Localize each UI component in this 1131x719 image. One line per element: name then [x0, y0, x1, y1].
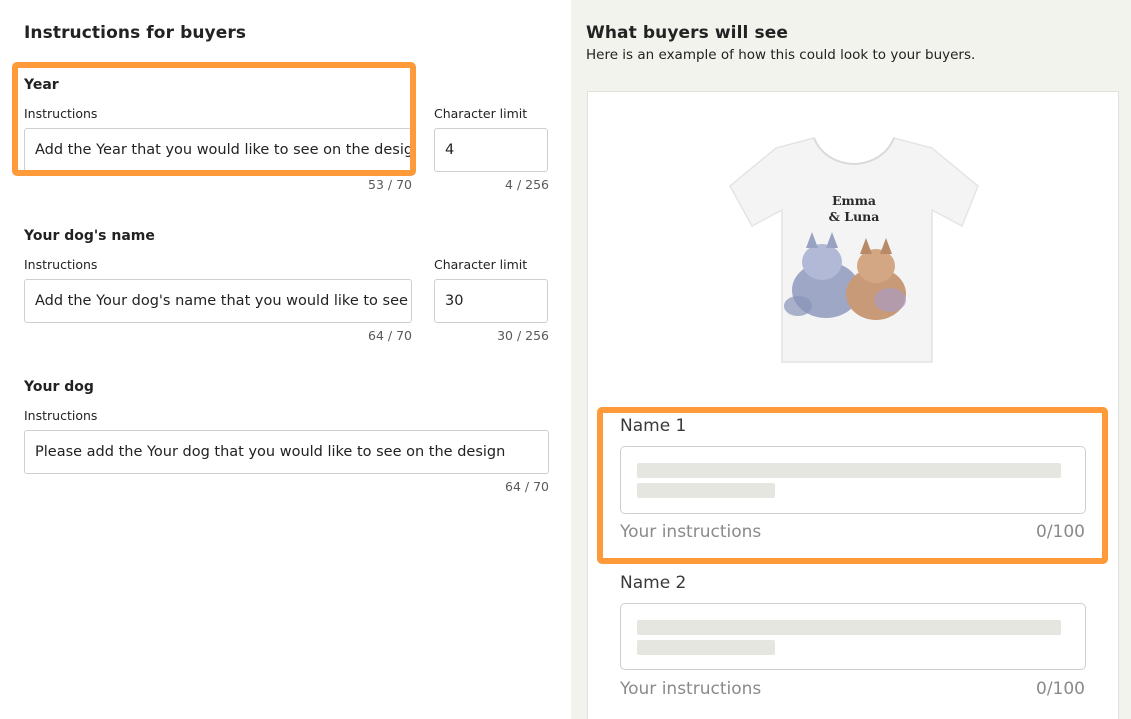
- year-limit-count: 4 / 256: [505, 177, 549, 192]
- preview-panel: What buyers will see Here is an example …: [571, 0, 1131, 719]
- preview-subtitle: Here is an example of how this could loo…: [586, 47, 976, 63]
- field-title-dog: Your dog: [24, 379, 94, 395]
- preview-heading: What buyers will see: [586, 23, 788, 43]
- dog-name-character-limit-input[interactable]: 30: [434, 279, 548, 323]
- year-instructions-count: 53 / 70: [368, 177, 412, 192]
- dog-name-limit-count: 30 / 256: [497, 328, 549, 343]
- skeleton-line: [637, 640, 775, 655]
- character-limit-label: Character limit: [434, 106, 528, 121]
- instructions-label: Instructions: [24, 106, 98, 121]
- preview-input-box[interactable]: [620, 446, 1086, 514]
- field-title-year: Year: [24, 77, 59, 93]
- preview-input-box[interactable]: [620, 603, 1086, 670]
- tshirt-image: [729, 137, 979, 363]
- preview-field-label: Name 1: [620, 416, 687, 436]
- preview-card: Emma & Luna Name 1 Your instructions 0/1…: [587, 91, 1119, 719]
- preview-field-label: Name 2: [620, 573, 687, 593]
- field-title-dog-name: Your dog's name: [24, 228, 155, 244]
- preview-count: 0/100: [1036, 522, 1085, 542]
- year-character-limit-input[interactable]: 4: [434, 128, 548, 172]
- dog-instructions-count: 64 / 70: [505, 479, 549, 494]
- skeleton-line: [637, 483, 775, 498]
- character-limit-label: Character limit: [434, 257, 528, 272]
- year-instructions-input[interactable]: Add the Year that you would like to see …: [24, 128, 412, 172]
- instructions-label: Instructions: [24, 257, 98, 272]
- preview-count: 0/100: [1036, 679, 1085, 699]
- shirt-text-line1: Emma: [831, 193, 877, 208]
- instructions-panel: Instructions for buyers Year Instruction…: [0, 0, 571, 719]
- instructions-label: Instructions: [24, 408, 98, 423]
- dog-name-instructions-count: 64 / 70: [368, 328, 412, 343]
- shirt-text-line2: & Luna: [828, 209, 880, 224]
- instructions-heading: Instructions for buyers: [24, 23, 247, 43]
- preview-instructions-text: Your instructions: [620, 522, 762, 542]
- skeleton-line: [637, 463, 1061, 478]
- preview-instructions-text: Your instructions: [620, 679, 762, 699]
- dog-name-instructions-input[interactable]: Add the Your dog's name that you would l…: [24, 279, 412, 323]
- dog-instructions-input[interactable]: Please add the Your dog that you would l…: [24, 430, 549, 474]
- skeleton-line: [637, 620, 1061, 635]
